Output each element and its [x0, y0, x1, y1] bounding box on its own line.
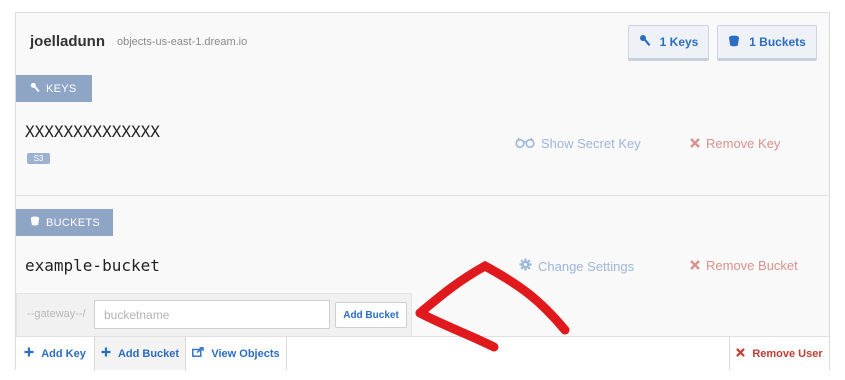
remove-user-button[interactable]: Remove User	[729, 337, 829, 370]
buckets-section-label: BUCKETS	[16, 209, 113, 236]
plus-icon	[24, 347, 34, 360]
section-divider	[16, 195, 829, 196]
show-secret-key-link[interactable]: Show Secret Key	[515, 136, 641, 151]
key-id: XXXXXXXXXXXXXX	[25, 122, 160, 141]
bucket-icon	[728, 35, 740, 50]
close-icon	[736, 347, 746, 360]
user-panel: joelladunn objects-us-east-1.dream.io 1 …	[15, 12, 830, 370]
remove-bucket-link[interactable]: Remove Bucket	[690, 258, 798, 273]
change-settings-link[interactable]: Change Settings	[519, 258, 634, 274]
host-name: objects-us-east-1.dream.io	[117, 36, 248, 48]
key-icon	[30, 82, 40, 96]
close-icon	[690, 258, 700, 273]
glasses-icon	[515, 136, 535, 151]
keys-section-title: KEYS	[46, 82, 77, 95]
remove-key-link[interactable]: Remove Key	[690, 136, 780, 151]
key-type-badge: S3	[27, 153, 50, 164]
bucket-name: example-bucket	[25, 256, 160, 275]
plus-icon	[101, 347, 111, 360]
buckets-section-title: BUCKETS	[46, 216, 101, 229]
keys-count-button[interactable]: 1 Keys	[628, 25, 709, 61]
view-objects-label: View Objects	[211, 347, 280, 360]
add-key-label: Add Key	[41, 347, 86, 360]
change-settings-label: Change Settings	[538, 258, 635, 274]
show-secret-key-label: Show Secret Key	[541, 136, 641, 151]
remove-user-label: Remove User	[752, 347, 823, 360]
bucket-name-input[interactable]	[94, 300, 330, 329]
add-bucket-button[interactable]: Add Bucket	[94, 337, 186, 370]
keys-section-label: KEYS	[16, 75, 92, 102]
user-name: joelladunn	[30, 33, 105, 50]
add-bucket-submit-button[interactable]: Add Bucket	[335, 302, 407, 328]
gateway-prefix: --gateway--/	[27, 308, 86, 320]
buckets-count-label: 1 Buckets	[749, 35, 806, 49]
add-key-button[interactable]: Add Key	[16, 337, 94, 370]
footer-toolbar: Add Key Add Bucket View Objects Remove U…	[16, 336, 829, 370]
key-icon	[639, 34, 651, 50]
share-icon	[192, 347, 205, 360]
close-icon	[690, 136, 700, 151]
buckets-count-button[interactable]: 1 Buckets	[717, 25, 817, 61]
bucket-icon	[30, 216, 40, 229]
remove-key-label: Remove Key	[706, 136, 781, 151]
add-bucket-label: Add Bucket	[117, 347, 180, 360]
keys-count-label: 1 Keys	[659, 35, 699, 49]
remove-bucket-label: Remove Bucket	[706, 258, 798, 273]
gear-icon	[519, 258, 532, 274]
view-objects-button[interactable]: View Objects	[186, 337, 287, 370]
